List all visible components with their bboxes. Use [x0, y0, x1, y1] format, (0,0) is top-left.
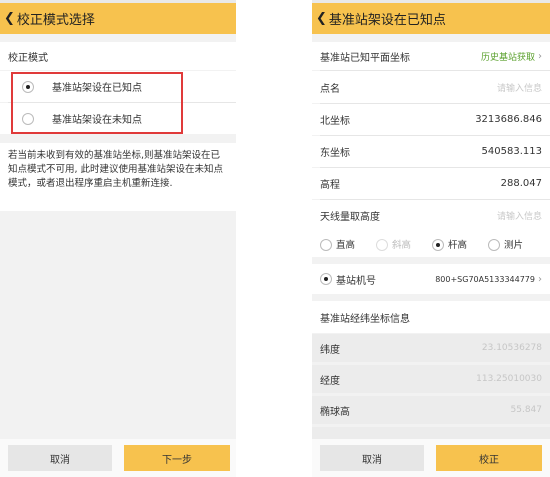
radio-icon-unselected[interactable] [320, 239, 332, 252]
radio-icon-disabled [376, 239, 388, 252]
north-value[interactable]: 3213686.846 [475, 114, 542, 125]
antenna-height-label: 天线量取高度 [320, 212, 380, 223]
ellipsoid-height-row: 椭球高 55.847 [312, 396, 550, 424]
latlon-header: 基准站经纬坐标信息 [320, 313, 410, 325]
cancel-button[interactable]: 取消 [320, 445, 424, 471]
latitude-value: 23.10536278 [481, 343, 542, 353]
back-icon[interactable]: ❮ [4, 11, 15, 26]
height-mode-piece[interactable]: 测片 [488, 237, 540, 252]
highlight-box [11, 72, 183, 134]
right-screen: ❮ 基准站架设在已知点 基准站已知平面坐标 历史基站获取 › 点名 请输入信息 … [312, 0, 550, 477]
chevron-right-icon: › [538, 273, 542, 285]
height-mode-vertical[interactable]: 直高 [320, 237, 376, 252]
point-name-label: 点名 [320, 83, 340, 95]
chevron-right-icon: › [538, 50, 542, 62]
section-label: 校正模式 [8, 52, 48, 64]
radio-icon-unselected[interactable] [488, 239, 500, 252]
notice-text-block: 若当前未收到有效的基准站坐标,则基准站架设在已知点模式不可用, 此时建议使用基准… [0, 143, 236, 211]
east-value[interactable]: 540583.113 [482, 146, 542, 157]
title-bar: ❮ 校正模式选择 [0, 3, 236, 34]
left-screen: ❮ 校正模式选择 校正模式 基准站架设在已知点 基准站架设在未知点 若当前未收到… [0, 0, 236, 477]
height-mode-pole[interactable]: 杆高 [432, 237, 488, 252]
radio-icon-selected[interactable] [320, 273, 332, 285]
east-row[interactable]: 东坐标 540583.113 [312, 136, 550, 167]
north-label: 北坐标 [320, 116, 350, 127]
point-name-row[interactable]: 点名 请输入信息 [312, 71, 550, 103]
cancel-button[interactable]: 取消 [8, 445, 112, 471]
notice-text: 若当前未收到有效的基准站坐标,则基准站架设在已知点模式不可用, 此时建议使用基准… [8, 150, 224, 189]
base-id-label: 基站机号 [336, 275, 376, 287]
radio-icon-selected[interactable] [432, 239, 444, 252]
title-bar: ❮ 基准站架设在已知点 [312, 3, 550, 34]
elevation-value[interactable]: 288.047 [501, 178, 542, 189]
ellipsoid-height-value: 55.847 [510, 405, 543, 415]
height-mode-slant: 斜高 [376, 237, 432, 252]
plane-coord-row[interactable]: 基准站已知平面坐标 历史基站获取 › [312, 42, 550, 70]
latlon-header-row: 基准站经纬坐标信息 [312, 301, 550, 333]
latitude-label: 纬度 [320, 344, 340, 356]
east-label: 东坐标 [320, 148, 350, 159]
longitude-row: 经度 113.25010030 [312, 365, 550, 393]
page-title: 基准站架设在已知点 [328, 13, 446, 28]
correct-button[interactable]: 校正 [436, 445, 542, 471]
section-label-row: 校正模式 [0, 42, 236, 70]
point-name-input[interactable]: 请输入信息 [497, 81, 542, 94]
plane-coord-label: 基准站已知平面坐标 [320, 52, 410, 64]
base-id-value[interactable]: 800+SG70A5133344779 [435, 275, 535, 284]
elevation-row[interactable]: 高程 288.047 [312, 168, 550, 199]
ellipsoid-height-label: 椭球高 [320, 406, 350, 418]
back-icon[interactable]: ❮ [316, 11, 327, 26]
longitude-label: 经度 [320, 375, 340, 387]
elevation-label: 高程 [320, 180, 340, 191]
base-id-row[interactable]: 基站机号 800+SG70A5133344779 › [312, 264, 550, 294]
next-button[interactable]: 下一步 [124, 445, 230, 471]
north-row[interactable]: 北坐标 3213686.846 [312, 104, 550, 135]
page-title: 校正模式选择 [16, 13, 95, 28]
history-base-link[interactable]: 历史基站获取 [481, 50, 535, 63]
antenna-height-row[interactable]: 天线量取高度 请输入信息 [312, 200, 550, 231]
longitude-value: 113.25010030 [476, 374, 542, 384]
latitude-row: 纬度 23.10536278 [312, 334, 550, 362]
antenna-height-input[interactable]: 请输入信息 [497, 209, 542, 222]
height-mode-row: 直高 斜高 杆高 测片 [312, 231, 550, 257]
